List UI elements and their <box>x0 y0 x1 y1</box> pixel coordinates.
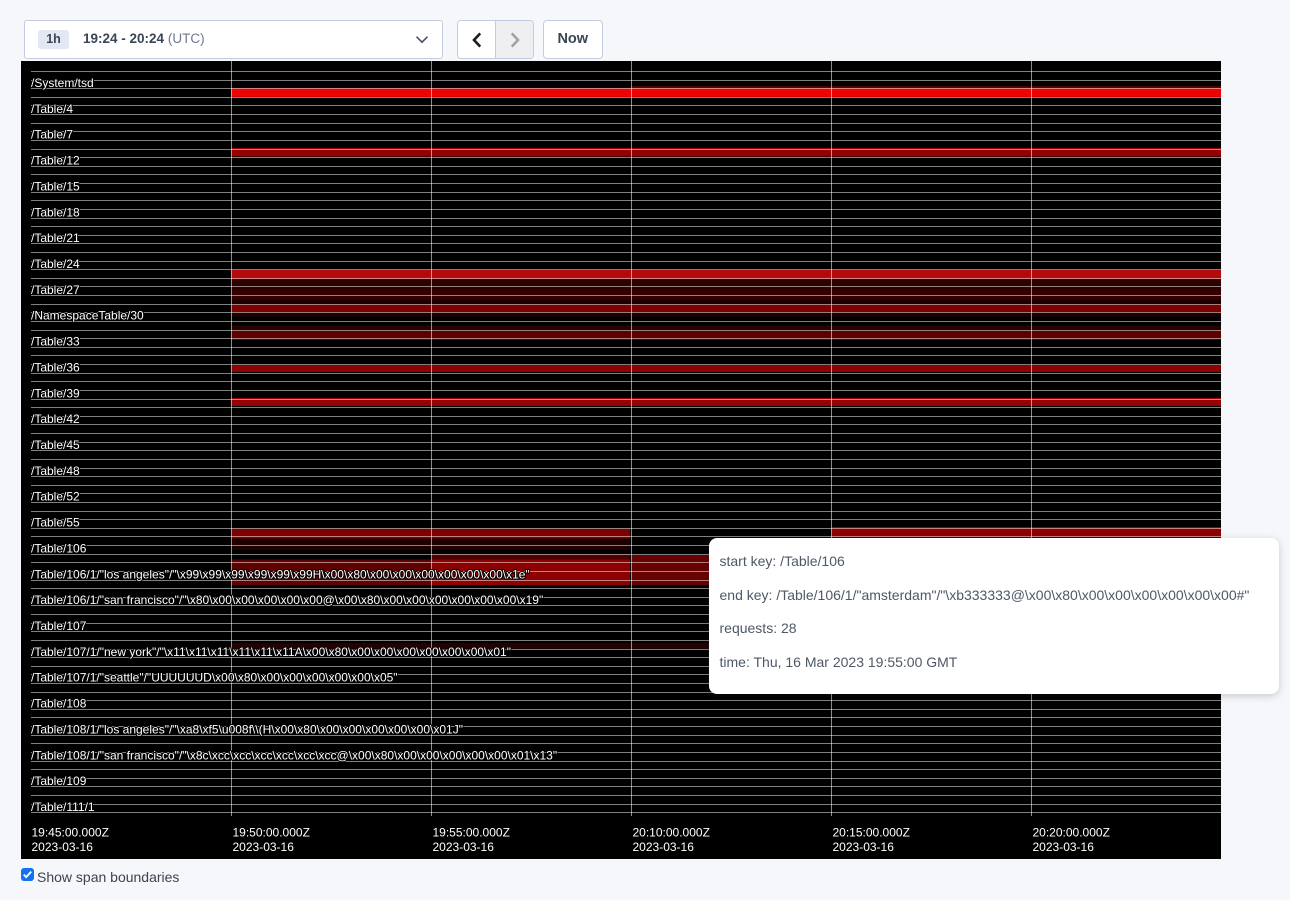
svg-text:/Table/107/1/"new york"/"\x11\: /Table/107/1/"new york"/"\x11\x11\x11\x1… <box>31 645 511 659</box>
svg-text:/Table/108/1/"los angeles"/"\x: /Table/108/1/"los angeles"/"\xa8\xf5\u00… <box>31 722 463 736</box>
svg-text:/Table/12: /Table/12 <box>31 154 80 168</box>
svg-text:/Table/109: /Table/109 <box>31 774 87 788</box>
svg-text:/Table/7: /Table/7 <box>31 128 73 142</box>
svg-text:/Table/106/1/"los angeles"/"\x: /Table/106/1/"los angeles"/"\x99\x99\x99… <box>31 567 530 581</box>
svg-text:2023-03-16: 2023-03-16 <box>1033 840 1095 854</box>
svg-text:/Table/52: /Table/52 <box>31 490 80 504</box>
svg-text:/Table/15: /Table/15 <box>31 179 80 193</box>
svg-text:/Table/111/1: /Table/111/1 <box>31 800 95 814</box>
svg-text:/Table/106: /Table/106 <box>31 541 87 555</box>
svg-text:/Table/4: /Table/4 <box>31 102 73 116</box>
svg-text:2023-03-16: 2023-03-16 <box>833 840 895 854</box>
svg-text:/Table/107: /Table/107 <box>31 619 87 633</box>
svg-text:/Table/48: /Table/48 <box>31 464 80 478</box>
svg-text:/Table/108: /Table/108 <box>31 697 87 711</box>
svg-text:/Table/42: /Table/42 <box>31 412 80 426</box>
svg-text:/System/tsd: /System/tsd <box>31 76 94 90</box>
svg-text:/Table/18: /Table/18 <box>31 205 80 219</box>
svg-text:/Table/108/1/"san francisco"/": /Table/108/1/"san francisco"/"\x8c\xcc\x… <box>31 748 557 762</box>
svg-text:2023-03-16: 2023-03-16 <box>32 840 94 854</box>
svg-text:/Table/45: /Table/45 <box>31 438 80 452</box>
svg-text:/Table/21: /Table/21 <box>31 231 80 245</box>
svg-text:/Table/33: /Table/33 <box>31 335 80 349</box>
svg-text:/Table/27: /Table/27 <box>31 283 80 297</box>
svg-text:20:15:00.000Z: 20:15:00.000Z <box>833 826 910 840</box>
svg-text:20:10:00.000Z: 20:10:00.000Z <box>633 826 710 840</box>
svg-text:/NamespaceTable/30: /NamespaceTable/30 <box>31 309 144 323</box>
svg-text:/Table/39: /Table/39 <box>31 386 80 400</box>
svg-text:/Table/107/1/"seattle"/"UUUUUU: /Table/107/1/"seattle"/"UUUUUUD\x00\x80\… <box>31 671 398 685</box>
svg-text:2023-03-16: 2023-03-16 <box>633 840 695 854</box>
svg-text:/Table/24: /Table/24 <box>31 257 80 271</box>
svg-text:19:55:00.000Z: 19:55:00.000Z <box>433 826 510 840</box>
svg-text:19:45:00.000Z: 19:45:00.000Z <box>32 826 109 840</box>
svg-text:20:20:00.000Z: 20:20:00.000Z <box>1033 826 1110 840</box>
svg-text:19:50:00.000Z: 19:50:00.000Z <box>233 826 310 840</box>
svg-text:/Table/36: /Table/36 <box>31 360 80 374</box>
svg-text:2023-03-16: 2023-03-16 <box>233 840 295 854</box>
svg-text:/Table/106/1/"san francisco"/": /Table/106/1/"san francisco"/"\x80\x00\x… <box>31 593 543 607</box>
svg-text:2023-03-16: 2023-03-16 <box>433 840 495 854</box>
svg-text:/Table/55: /Table/55 <box>31 516 80 530</box>
